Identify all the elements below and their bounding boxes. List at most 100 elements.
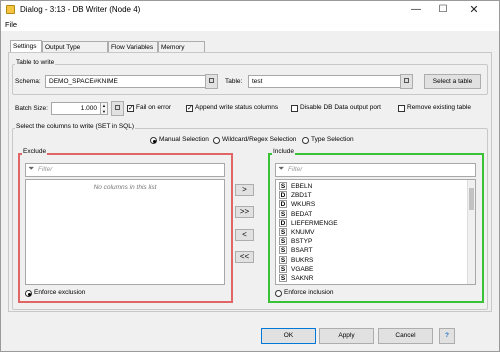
include-list-item[interactable]: S VGABE [276,264,466,274]
manual-selection-radio[interactable] [150,137,157,144]
exclude-empty-message: No columns in this list [93,184,157,191]
include-list-item[interactable]: D LIEFERMENGE [276,218,466,228]
batch-size-spinner[interactable]: ▲ ▼ [100,102,108,115]
remove-table-label: Remove existing table [407,104,471,111]
double-type-icon: D [279,200,287,209]
type-selection-radio[interactable] [302,137,309,144]
knime-app-icon [6,5,15,14]
menu-bar: File [1,19,499,31]
string-type-icon: S [279,246,287,255]
disable-output-label: Disable DB Data output port [300,104,381,111]
include-list-item[interactable]: S KNUMV [276,228,466,237]
column-name: EBELN [291,183,313,190]
table-to-write-legend: Table to write [15,59,56,66]
column-name: BSTYP [291,238,313,246]
remove-table-checkbox[interactable] [398,105,405,112]
string-type-icon: S [279,209,287,218]
exclude-filter-placeholder: Filter [38,166,53,173]
double-type-icon: D [279,218,287,227]
add-all-columns-button[interactable]: >> [235,206,254,218]
include-legend: Include [272,148,295,155]
filter-icon: ⏷ [278,164,285,173]
tab-memory-policy[interactable]: Memory Policy [158,41,205,62]
column-name: BSART [291,247,313,255]
menu-file[interactable]: File [5,20,17,29]
append-status-checkbox[interactable] [186,104,193,113]
column-name: WKURS [291,201,316,209]
exclude-legend: Exclude [22,148,48,155]
append-status-label: Append write status columns [195,104,279,111]
flow-variable-icon [115,105,120,110]
fail-on-error-label: Fail on error [136,104,172,111]
schema-label: Schema: [15,78,41,85]
include-list-item[interactable]: S BSART [276,246,466,255]
window-title: Dialog - 3:13 - DB Writer (Node 4) [20,5,141,14]
enforce-exclusion-label: Enforce exclusion [34,289,86,296]
string-type-icon: S [279,182,287,190]
fail-on-error-checkbox[interactable] [127,104,134,113]
include-filter-input[interactable]: ⏷ Filter [275,163,476,177]
table-flow-variable-button[interactable] [400,74,413,89]
string-type-icon: S [279,237,287,246]
include-list-item[interactable]: D WKURS [276,200,466,209]
include-list-item[interactable]: S BEDAT [276,209,466,219]
flow-variable-icon [209,78,214,83]
filter-icon: ⏷ [28,164,35,173]
wildcard-selection-label: Wildcard/Regex Selection [222,136,297,143]
include-list[interactable]: S EBELN D ZBD1T D WKURS S BEDAT D LIEFERMENGE S KNU… [275,179,476,285]
tab-output-type-mapping[interactable]: Output Type Mapping [42,41,108,62]
column-name: SAKNR [291,275,314,282]
scrollbar-thumb[interactable] [469,188,474,210]
batch-flow-variable-button[interactable] [111,101,124,116]
include-list-scrollbar[interactable] [467,180,475,284]
include-list-item[interactable]: S BSTYP [276,237,466,246]
enforce-exclusion-radio[interactable] [25,290,32,297]
minimize-button[interactable]: — [405,3,427,17]
string-type-icon: S [279,228,287,236]
schema-flow-variable-button[interactable] [205,74,218,89]
table-label: Table: [225,78,243,85]
string-type-icon: S [279,255,287,264]
schema-input[interactable]: DEMO_SPACE#KNIME [45,75,206,88]
exclude-list[interactable]: No columns in this list [25,179,225,285]
column-name: ZBD1T [291,192,312,200]
string-type-icon: S [279,264,287,273]
table-input[interactable]: test [248,75,401,88]
dialog-window: Dialog - 3:13 - DB Writer (Node 4) — ☐ ✕… [0,0,500,352]
batch-size-input[interactable]: 1.000 [51,102,101,115]
apply-button[interactable]: Apply [319,328,374,344]
enforce-inclusion-label: Enforce inclusion [284,289,334,296]
select-table-button[interactable]: Select a table [424,74,481,89]
tab-settings[interactable]: Settings [10,40,42,52]
columns-legend: Select the columns to write (SET in SQL) [15,123,136,130]
column-name: BEDAT [291,210,313,218]
include-list-item[interactable]: S BUKRS [276,255,466,265]
column-name: LIEFERMENGE [291,219,338,227]
column-name: KNUMV [291,229,315,236]
wildcard-selection-radio[interactable] [213,137,220,144]
batch-size-label: Batch Size: [15,105,48,112]
remove-all-columns-button[interactable]: << [235,251,254,263]
column-name: VGABE [291,265,314,273]
include-list-item[interactable]: D ZBD1T [276,191,466,200]
tab-flow-variables[interactable]: Flow Variables [108,41,158,52]
close-button[interactable]: ✕ [463,3,485,17]
exclude-filter-input[interactable]: ⏷ Filter [25,163,225,177]
manual-selection-label: Manual Selection [159,136,209,143]
double-type-icon: D [279,191,287,200]
type-selection-label: Type Selection [311,136,354,143]
maximize-button[interactable]: ☐ [432,3,454,17]
include-filter-placeholder: Filter [288,166,303,173]
add-column-button[interactable]: > [235,184,254,196]
enforce-inclusion-radio[interactable] [275,290,282,297]
ok-button[interactable]: OK [261,328,316,344]
disable-output-checkbox[interactable] [291,105,298,112]
settings-panel: Table to write Schema: DEMO_SPACE#KNIME … [8,52,492,312]
remove-column-button[interactable]: < [235,229,254,241]
string-type-icon: S [279,274,287,282]
flow-variable-icon [404,78,409,83]
help-button[interactable]: ? [439,328,455,344]
include-list-item[interactable]: S EBELN [276,182,466,191]
include-list-item[interactable]: S SAKNR [276,274,466,283]
cancel-button[interactable]: Cancel [378,328,433,344]
